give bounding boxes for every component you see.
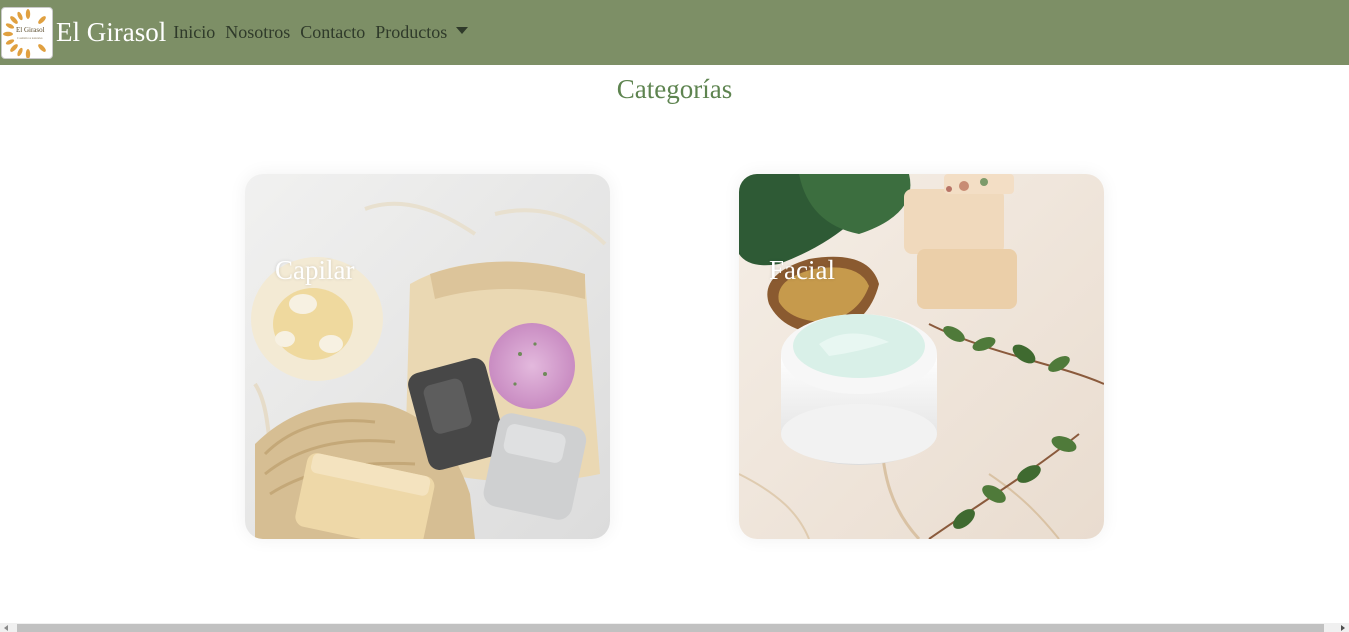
page-title: Categorías [616, 74, 733, 104]
scroll-right-icon[interactable] [1341, 625, 1345, 631]
nav-link-contacto[interactable]: Contacto [300, 22, 365, 43]
logo-text: El Girasol [16, 25, 45, 34]
capilar-image [245, 174, 610, 539]
scroll-left-icon[interactable] [4, 625, 8, 631]
brand-name[interactable]: El Girasol [56, 17, 166, 48]
category-label-capilar: Capilar [275, 255, 355, 285]
horizontal-scrollbar[interactable] [0, 623, 1349, 632]
nav-dropdown-label: Productos [375, 22, 448, 42]
nav-dropdown-productos[interactable]: Productos [375, 22, 469, 43]
brand-logo[interactable]: El Girasol Cosméticos naturales [1, 6, 53, 59]
navbar: El Girasol Cosméticos naturales El Giras… [0, 0, 1349, 65]
category-label-facial: Facial [769, 255, 835, 285]
logo-subtext: Cosméticos naturales [17, 35, 43, 40]
scrollbar-thumb[interactable] [17, 624, 1324, 632]
facial-image [739, 174, 1104, 539]
caret-down-icon [456, 27, 469, 35]
category-card-capilar[interactable]: Capilar [245, 174, 610, 539]
nav-link-inicio[interactable]: Inicio [173, 22, 215, 43]
nav-link-nosotros[interactable]: Nosotros [225, 22, 290, 43]
category-card-facial[interactable]: Facial [739, 174, 1104, 539]
